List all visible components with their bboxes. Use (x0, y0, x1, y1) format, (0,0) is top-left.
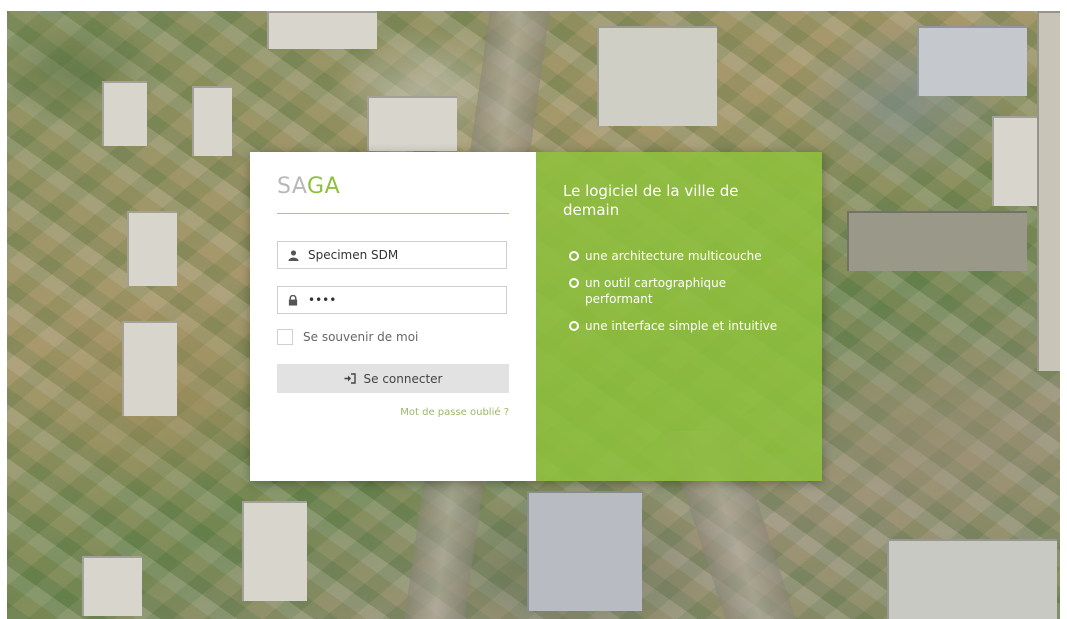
feature-list: une architecture multicouche un outil ca… (569, 248, 795, 345)
building (242, 501, 307, 601)
building (127, 211, 177, 286)
logo-part-ga: GA (307, 174, 341, 199)
building (887, 539, 1057, 619)
tower (1037, 11, 1060, 371)
building (267, 11, 377, 49)
feature-item: une architecture multicouche (569, 248, 795, 264)
remember-me-label: Se souvenir de moi (303, 330, 419, 344)
login-panel: SAGA Specimen SDM •••• Se souvenir de mo… (250, 152, 822, 481)
building (917, 26, 1027, 96)
login-button[interactable]: Se connecter (277, 364, 509, 393)
username-value: Specimen SDM (308, 248, 399, 262)
promo-panel: Le logiciel de la ville de demain une ar… (536, 152, 822, 481)
forgot-password-link[interactable]: Mot de passe oublié ? (400, 407, 509, 418)
sign-in-icon (344, 373, 356, 384)
logo-underline (277, 213, 509, 214)
building (82, 556, 142, 616)
logo-part-sa: SA (277, 174, 308, 199)
building (192, 86, 232, 156)
saga-logo: SAGA (277, 174, 340, 199)
feature-item: une interface simple et intuitive (569, 318, 795, 334)
building (527, 491, 642, 611)
login-button-label: Se connecter (363, 371, 443, 386)
login-form: SAGA Specimen SDM •••• Se souvenir de mo… (250, 152, 536, 481)
building (102, 81, 147, 146)
building (367, 96, 457, 151)
building (597, 26, 717, 126)
username-field[interactable]: Specimen SDM (277, 241, 507, 269)
building (122, 321, 177, 416)
promo-title: Le logiciel de la ville de demain (563, 182, 739, 219)
building (847, 211, 1027, 271)
password-field[interactable]: •••• (277, 286, 507, 314)
lock-icon (278, 294, 308, 306)
remember-me: Se souvenir de moi (277, 329, 418, 345)
remember-me-checkbox[interactable] (277, 329, 293, 345)
user-icon (278, 249, 308, 261)
password-value: •••• (308, 293, 337, 307)
feature-item: un outil cartographique performant (569, 275, 795, 307)
